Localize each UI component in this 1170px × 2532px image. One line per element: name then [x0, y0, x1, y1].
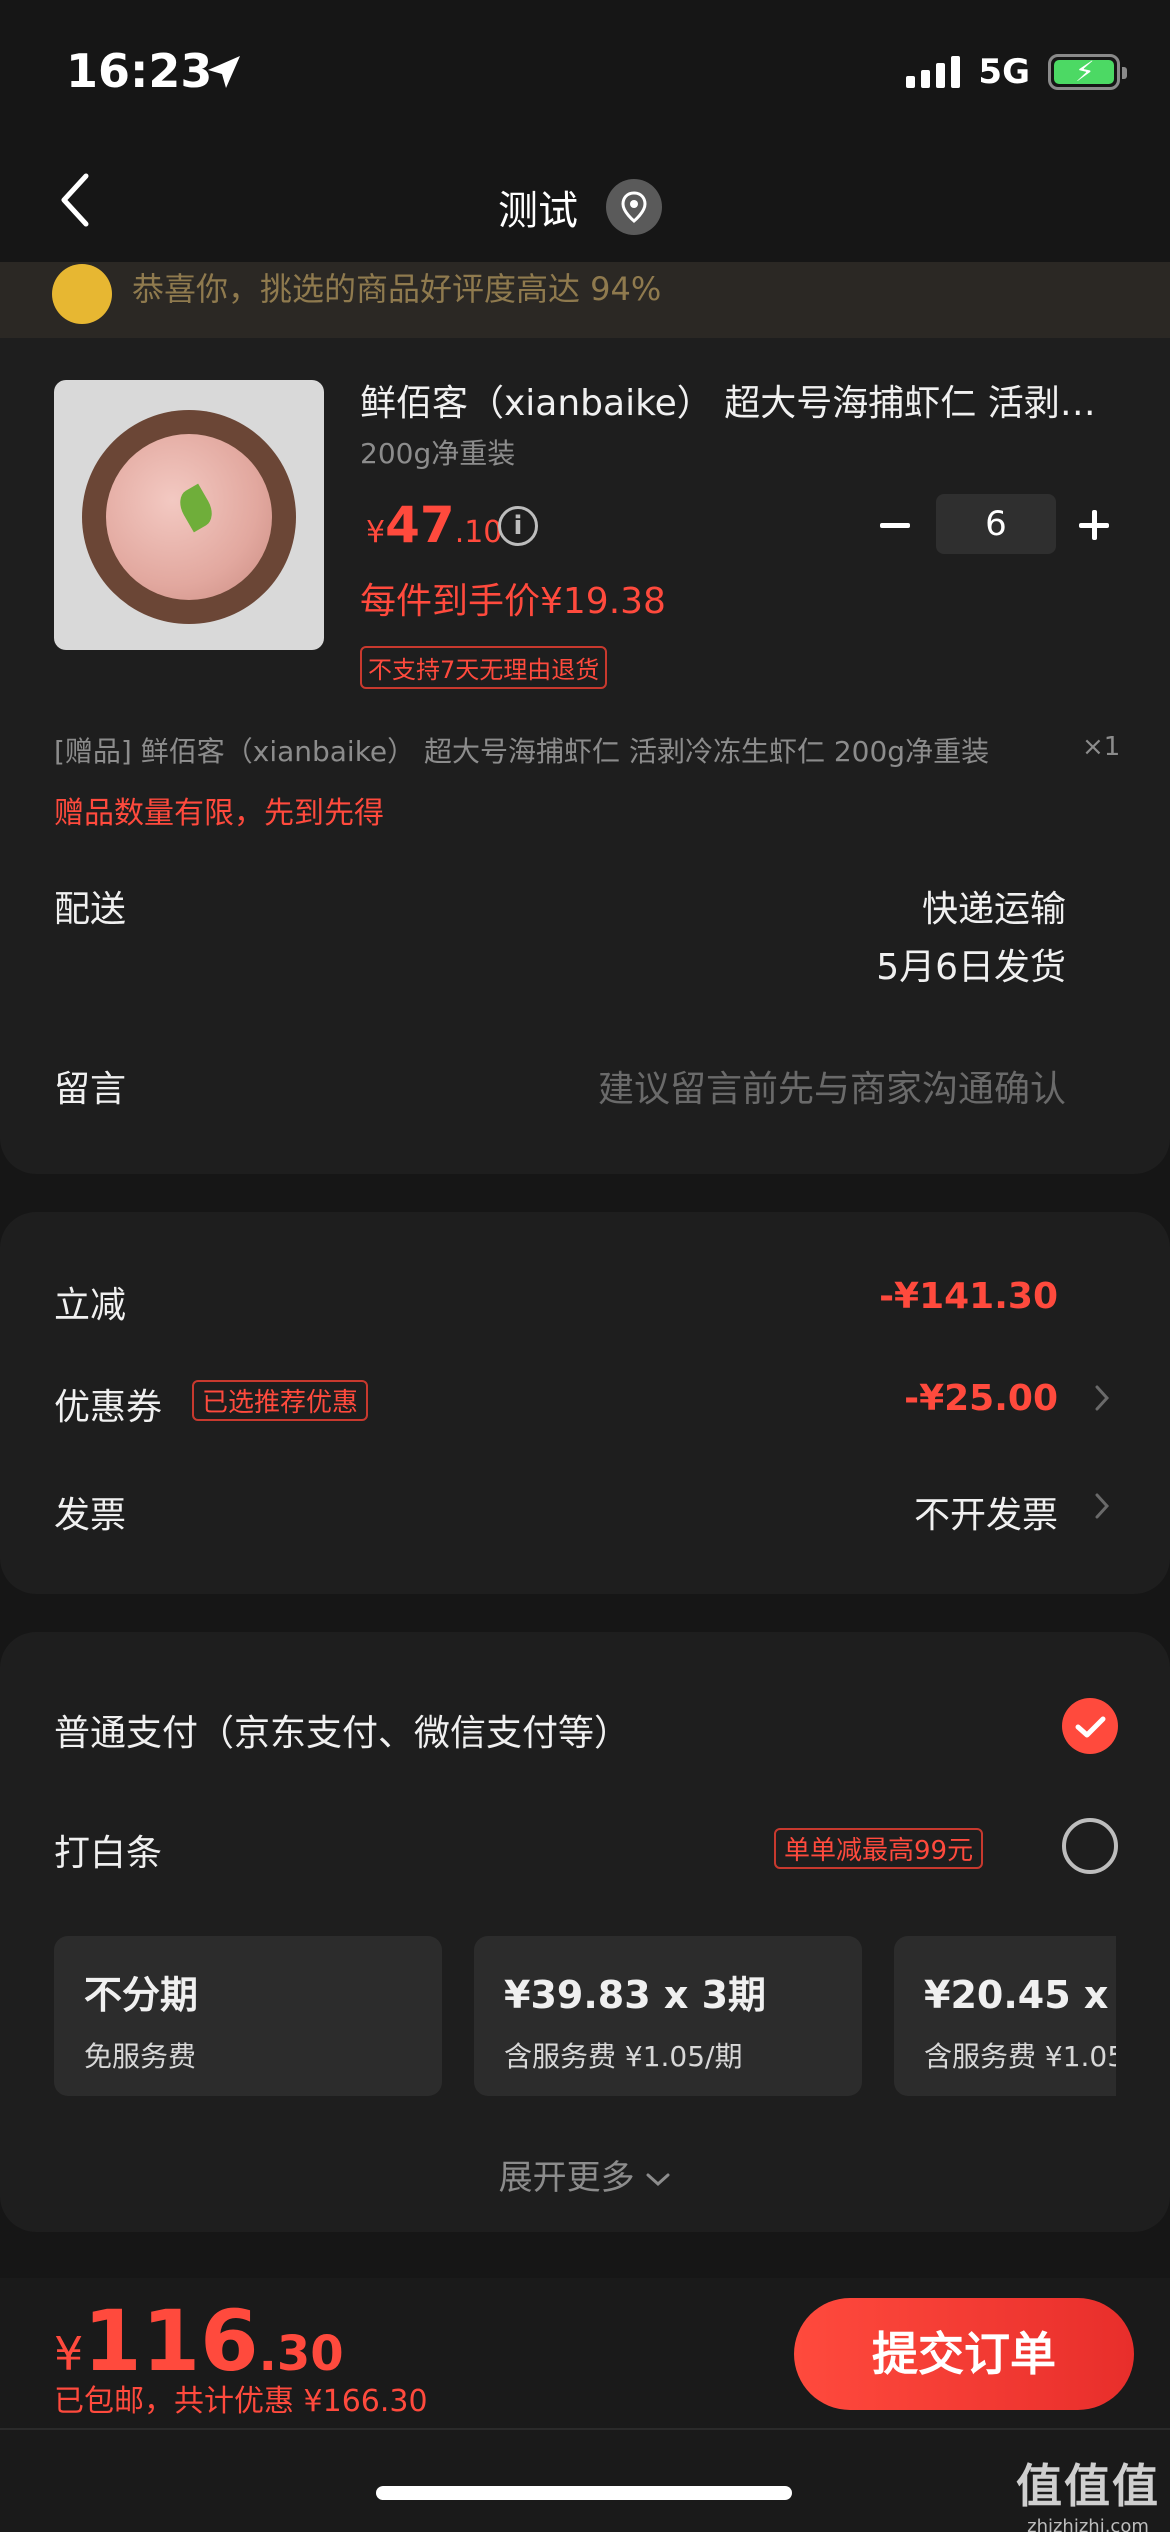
coupon-value[interactable]: -¥25.00	[904, 1378, 1058, 1419]
instant-discount-value: -¥141.30	[879, 1276, 1058, 1317]
invoice-label: 发票	[54, 1495, 127, 1536]
divider	[0, 2428, 1170, 2430]
quantity-plus-button[interactable]	[1075, 506, 1113, 544]
return-policy-badge: 不支持7天无理由退货	[360, 646, 608, 689]
gift-item: [赠品] 鲜佰客（xianbaike） 超大号海捕虾仁 活剥冷冻生虾仁 200g…	[54, 735, 990, 768]
coupon-recommend-tag: 已选推荐优惠	[192, 1380, 369, 1421]
chevron-down-icon	[646, 2173, 670, 2186]
installment-option[interactable]: 不分期 免服务费	[54, 1936, 442, 2096]
baitiao-label[interactable]: 打白条	[54, 1824, 162, 1876]
total-savings-note: 已包邮，共计优惠 ¥166.30	[54, 2384, 428, 2419]
normal-pay-label[interactable]: 普通支付（京东支付、微信支付等）	[54, 1704, 630, 1756]
location-pin-icon[interactable]	[606, 179, 662, 235]
gift-note: 赠品数量有限，先到先得	[54, 796, 384, 831]
watermark: 值值值 zhizhizhi.com	[1016, 2459, 1160, 2532]
ship-date: 5月6日发货	[876, 947, 1066, 988]
coupon-label: 优惠券	[54, 1387, 163, 1428]
invoice-value[interactable]: 不开发票	[914, 1486, 1058, 1538]
installment-option[interactable]: ¥20.45 x 6期 含服务费 ¥1.05/期	[894, 1936, 1116, 2096]
product-price: ¥47.10	[366, 496, 503, 554]
signal-icon	[906, 56, 961, 88]
nav-title-group: 测试	[498, 178, 662, 236]
baitiao-promo-tag: 单单减最高99元	[774, 1828, 984, 1869]
home-indicator[interactable]	[376, 2486, 792, 2500]
praise-banner: 恭喜你，挑选的商品好评度高达 94%	[0, 262, 1170, 338]
expand-more-button[interactable]: 展开更多	[0, 2150, 1170, 2199]
installment-option[interactable]: ¥39.83 x 3期 含服务费 ¥1.05/期	[474, 1936, 862, 2096]
chevron-right-icon[interactable]	[1094, 1384, 1110, 1412]
status-time: 16:23	[66, 44, 213, 98]
radio-unselected-icon[interactable]	[1062, 1818, 1118, 1874]
message-label: 留言	[54, 1069, 127, 1110]
delivery-method[interactable]: 快递运输	[922, 880, 1066, 932]
status-indicators: 5G ⚡	[906, 52, 1127, 92]
page-title: 测试	[498, 188, 578, 234]
info-icon[interactable]: i	[498, 506, 538, 546]
delivery-label: 配送	[54, 889, 127, 930]
product-spec: 200g净重装	[360, 437, 516, 470]
message-input[interactable]: 建议留言前先与商家沟通确认	[598, 1060, 1066, 1112]
instant-discount-label: 立减	[54, 1285, 127, 1326]
coin-icon	[52, 264, 112, 324]
location-arrow-icon	[208, 56, 240, 88]
product-image[interactable]	[54, 380, 324, 650]
back-icon[interactable]	[56, 170, 96, 230]
gift-quantity: ×1	[1082, 732, 1121, 762]
quantity-minus-button[interactable]	[876, 506, 914, 544]
submit-order-button[interactable]: 提交订单	[794, 2298, 1134, 2410]
installment-options: 不分期 免服务费 ¥39.83 x 3期 含服务费 ¥1.05/期 ¥20.45…	[54, 1936, 1116, 2096]
product-title[interactable]: 鲜佰客（xianbaike） 超大号海捕虾仁 活剥冷冻生虾仁 200g净重装	[360, 374, 1120, 426]
battery-icon: ⚡	[1048, 54, 1127, 90]
checkmark-selected-icon[interactable]	[1062, 1698, 1118, 1754]
per-item-price: 每件到手价¥19.38	[360, 581, 666, 622]
network-label: 5G	[978, 52, 1030, 92]
quantity-field[interactable]: 6	[936, 494, 1056, 554]
chevron-right-icon[interactable]	[1094, 1492, 1110, 1520]
banner-text: 恭喜你，挑选的商品好评度高达 94%	[132, 270, 662, 308]
